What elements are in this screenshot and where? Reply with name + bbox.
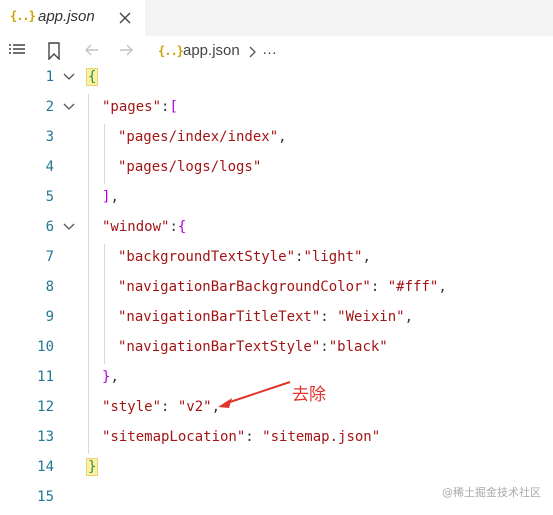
forward-arrow-icon[interactable]	[118, 42, 134, 58]
breadcrumb-more[interactable]: …	[262, 41, 277, 58]
code-line: 7 "backgroundTextStyle":"light",	[0, 244, 553, 274]
line-number: 9	[45, 309, 54, 325]
annotation-arrow	[218, 381, 291, 408]
code-text: },	[102, 369, 119, 385]
line-number: 4	[45, 159, 54, 175]
code-line: 13 "sitemapLocation": "sitemap.json"	[0, 424, 553, 454]
watermark: @稀土掘金技术社区	[442, 486, 541, 499]
annotation-text: 去除	[292, 385, 326, 405]
line-number: 15	[37, 489, 54, 505]
tab-bar: {..} app.json	[0, 0, 553, 36]
code-line: 8 "navigationBarBackgroundColor": "#fff"…	[0, 274, 553, 304]
chevron-down-icon[interactable]	[62, 72, 76, 82]
code-text: "style": "v2",	[102, 399, 221, 415]
code-text: }	[86, 458, 99, 476]
code-text: "window":{	[102, 219, 187, 235]
line-number: 5	[45, 189, 54, 205]
code-text: ],	[102, 189, 119, 205]
code-text: "navigationBarTitleText": "Weixin",	[118, 309, 414, 325]
code-text: "sitemapLocation": "sitemap.json"	[102, 429, 381, 445]
code-line: 14 }	[0, 454, 553, 484]
code-text: "navigationBarTextStyle":"black"	[118, 339, 388, 355]
editor-toolbar: {..} app.json …	[0, 36, 553, 66]
line-number: 1	[45, 69, 54, 85]
tab-label: app.json	[38, 8, 95, 25]
code-line: 2 "pages":[	[0, 94, 553, 124]
line-number: 12	[37, 399, 54, 415]
code-text: "navigationBarBackgroundColor": "#fff",	[118, 279, 447, 295]
code-line: 9 "navigationBarTitleText": "Weixin",	[0, 304, 553, 334]
code-editor[interactable]: 1 { 2 "pages":[ 3 "pages/index/index", 4…	[0, 64, 553, 515]
chevron-right-icon	[249, 46, 256, 58]
code-line: 3 "pages/index/index",	[0, 124, 553, 154]
code-line: 1 {	[0, 64, 553, 94]
code-text: "backgroundTextStyle":"light",	[118, 249, 371, 265]
code-text: "pages/logs/logs"	[118, 159, 262, 175]
code-text: {	[86, 68, 99, 86]
code-line: 10 "navigationBarTextStyle":"black"	[0, 334, 553, 364]
tab-app-json[interactable]: {..} app.json	[0, 0, 145, 36]
back-arrow-icon[interactable]	[84, 42, 100, 58]
code-line: 6 "window":{	[0, 214, 553, 244]
chevron-down-icon[interactable]	[62, 102, 76, 112]
close-icon[interactable]	[118, 11, 132, 25]
line-number: 10	[37, 339, 54, 355]
line-number: 7	[45, 249, 54, 265]
line-number: 3	[45, 129, 54, 145]
line-number: 8	[45, 279, 54, 295]
code-line: 5 ],	[0, 184, 553, 214]
list-icon[interactable]	[8, 42, 26, 58]
json-file-icon: {..}	[158, 44, 184, 58]
chevron-down-icon[interactable]	[62, 222, 76, 232]
code-line: 4 "pages/logs/logs"	[0, 154, 553, 184]
line-number: 11	[37, 369, 54, 385]
line-number: 2	[45, 99, 54, 115]
code-text: "pages":[	[102, 99, 178, 115]
line-number: 13	[37, 429, 54, 445]
line-number: 14	[37, 459, 54, 475]
json-file-icon: {..}	[10, 9, 36, 23]
breadcrumb-file[interactable]: app.json	[183, 42, 240, 59]
line-number: 6	[45, 219, 54, 235]
code-text: "pages/index/index",	[118, 129, 287, 145]
bookmark-icon[interactable]	[47, 42, 61, 60]
